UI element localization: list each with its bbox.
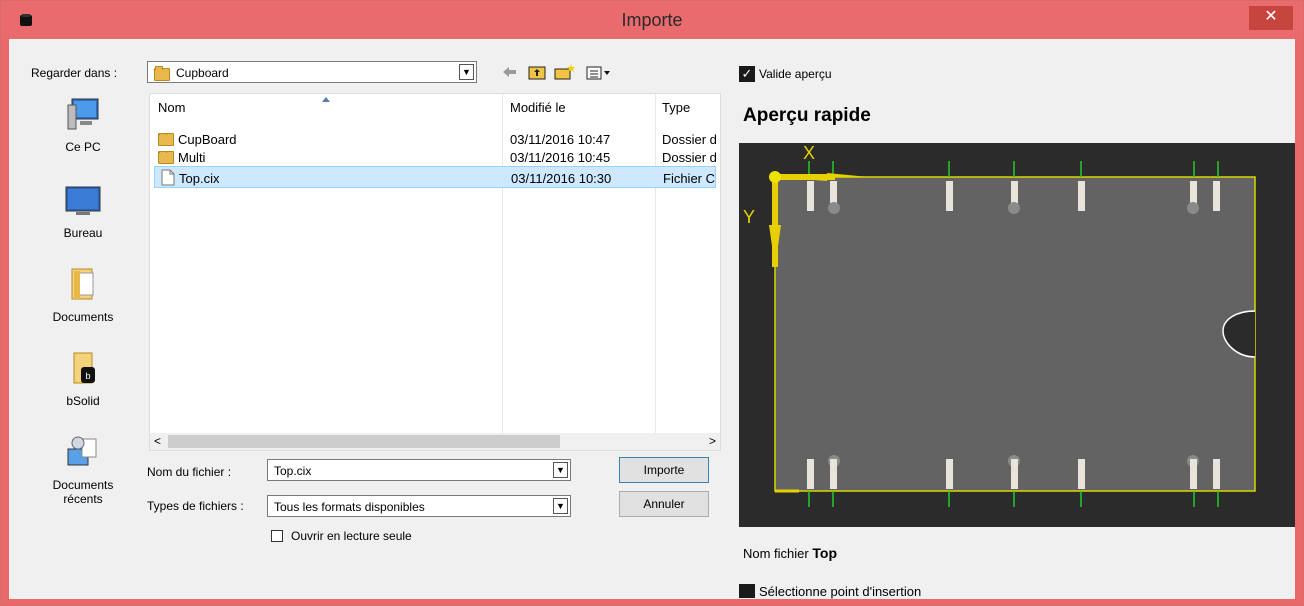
file-list[interactable]: Nom Modifié le Type CupBoard 03/11/2016 …	[149, 93, 721, 451]
back-arrow-icon[interactable]	[503, 67, 516, 77]
preview-filename-value: Top	[812, 545, 837, 561]
column-header-name[interactable]: Nom	[158, 100, 185, 115]
file-icon	[161, 169, 175, 186]
documents-folder-icon	[71, 268, 94, 300]
preview-filename-label: Nom fichier	[743, 546, 809, 561]
axis-x-label: X	[803, 143, 815, 163]
readonly-checkbox[interactable]	[271, 530, 283, 542]
axis-y-label: Y	[743, 207, 755, 227]
preview-filename: Nom fichier Top	[743, 545, 837, 561]
file-name: CupBoard	[178, 132, 237, 147]
import-button[interactable]: Importe	[619, 457, 709, 483]
readonly-label: Ouvrir en lecture seule	[291, 529, 412, 543]
chevron-down-icon[interactable]: ▼	[553, 462, 568, 478]
dialog-body: Regarder dans : Cupboard ▼ Ce PC Bureau …	[9, 39, 1295, 599]
title-bar[interactable]: Importe ✕	[1, 1, 1303, 39]
list-item[interactable]: CupBoard 03/11/2016 10:47 Dossier d	[150, 130, 720, 148]
file-list-header: Nom Modifié le Type	[150, 94, 720, 118]
look-in-combo[interactable]: Cupboard ▼	[147, 61, 477, 83]
look-in-value: Cupboard	[176, 66, 229, 80]
close-button[interactable]: ✕	[1249, 6, 1293, 30]
place-label: Ce PC	[65, 140, 101, 154]
list-item[interactable]: Multi 03/11/2016 10:45 Dossier d	[150, 148, 720, 166]
file-name: Multi	[178, 150, 206, 165]
file-modified: 03/11/2016 10:47	[510, 132, 611, 147]
column-header-modified[interactable]: Modifié le	[510, 100, 566, 115]
insertion-point-checkbox[interactable]	[739, 584, 755, 598]
place-label: Bureau	[63, 226, 103, 240]
folder-icon	[154, 66, 170, 81]
folder-icon	[158, 151, 174, 164]
place-label: récents	[63, 492, 103, 506]
insertion-point-label: Sélectionne point d'insertion	[759, 584, 922, 599]
window-title: Importe	[621, 10, 683, 30]
file-type: Dossier d	[662, 150, 717, 165]
valide-apercu-label: Valide aperçu	[759, 67, 832, 81]
svg-text:b: b	[85, 371, 90, 381]
file-modified: 03/11/2016 10:45	[510, 150, 611, 165]
horizontal-scrollbar[interactable]: < >	[150, 433, 720, 450]
new-folder-icon[interactable]	[554, 64, 575, 80]
panel-outline	[774, 176, 1256, 492]
preview-drawing: X Y	[743, 143, 1256, 507]
sort-ascending-icon	[322, 97, 330, 102]
view-menu-icon[interactable]	[586, 66, 610, 80]
chevron-down-icon[interactable]: ▼	[459, 64, 474, 80]
navigation-toolbar	[503, 64, 610, 80]
preview-title: Aperçu rapide	[743, 105, 871, 126]
cancel-button[interactable]: Annuler	[619, 491, 709, 517]
file-type: Dossier d	[662, 132, 717, 147]
place-bsolid[interactable]: b bSolid	[29, 349, 137, 408]
place-documents-recents[interactable]: Documents récents	[29, 433, 137, 506]
chevron-down-icon[interactable]: ▼	[553, 498, 568, 514]
valide-apercu-checkbox[interactable]: ✓	[739, 66, 755, 82]
filename-input[interactable]: Top.cix ▼	[267, 459, 571, 481]
look-in-label: Regarder dans :	[31, 66, 118, 80]
filename-label: Nom du fichier :	[147, 465, 232, 479]
filetype-value: Tous les formats disponibles	[274, 500, 425, 514]
place-bureau[interactable]: Bureau	[29, 181, 137, 240]
file-name: Top.cix	[179, 171, 220, 186]
top-markers	[808, 161, 1219, 177]
place-documents[interactable]: Documents	[29, 265, 137, 324]
scroll-right-arrow[interactable]: >	[709, 434, 716, 448]
scroll-left-arrow[interactable]: <	[154, 434, 161, 448]
file-type: Fichier C	[663, 171, 715, 186]
filetype-select[interactable]: Tous les formats disponibles ▼	[267, 495, 571, 517]
desktop-icon	[65, 186, 101, 215]
recent-documents-icon	[67, 436, 97, 466]
filename-value: Top.cix	[274, 464, 312, 478]
column-header-type[interactable]: Type	[662, 100, 690, 115]
import-dialog: Importe ✕ Regarder dans : Cupboard ▼ Ce …	[0, 0, 1304, 606]
folder-icon	[158, 133, 174, 146]
place-label: Documents	[52, 310, 114, 324]
file-modified: 03/11/2016 10:30	[511, 171, 612, 186]
filetype-label: Types de fichiers :	[147, 499, 244, 513]
place-label: bSolid	[66, 394, 100, 408]
list-item-selected[interactable]: Top.cix 03/11/2016 10:30 Fichier C	[154, 166, 716, 188]
scroll-thumb[interactable]	[168, 435, 560, 448]
place-label: Documents	[52, 478, 114, 492]
preview-panel: ✓ Valide aperçu Aperçu rapide X Y Nom fi…	[739, 39, 1295, 599]
preview-canvas[interactable]: X Y	[739, 143, 1295, 527]
bottom-markers	[808, 491, 1219, 507]
up-folder-icon[interactable]	[528, 66, 546, 80]
bsolid-folder-icon: b	[73, 352, 95, 384]
computer-icon	[67, 98, 99, 130]
place-ce-pc[interactable]: Ce PC	[29, 95, 137, 154]
